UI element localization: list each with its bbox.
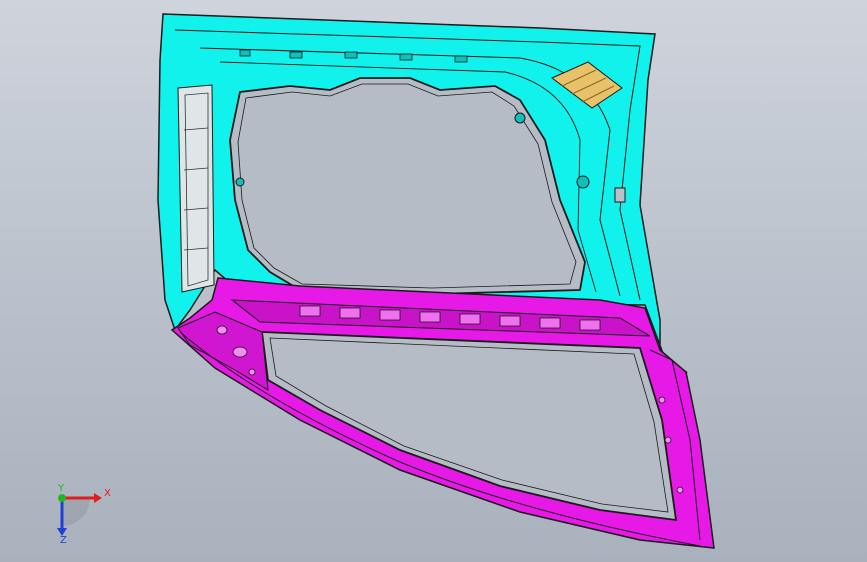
y-axis-label: Y [57, 483, 65, 494]
upper-panel-boss-2 [514, 112, 526, 124]
x-axis-label: X [104, 488, 111, 499]
upper-panel-boss-1 [576, 175, 590, 189]
right-flange-hole-3 [658, 396, 666, 404]
axis-triad[interactable]: X Z Y [44, 482, 114, 544]
y-axis-point [58, 494, 66, 502]
right-flange-hole-1 [664, 436, 672, 444]
upper-panel-clip [614, 187, 626, 203]
3d-viewport[interactable]: X Z Y [0, 0, 867, 562]
z-axis-label: Z [60, 535, 67, 544]
reinforcement-hole-2 [216, 325, 228, 335]
reinforcement-hole-1 [232, 346, 248, 358]
door-panel-model[interactable] [0, 0, 867, 562]
reinforcement-hole-3 [248, 368, 256, 376]
x-axis-arrow [94, 493, 102, 503]
right-flange-hole-2 [676, 486, 684, 494]
upper-panel-boss-3 [235, 177, 245, 187]
triad-shade-quarter [62, 498, 90, 526]
left-hinge-strip[interactable] [177, 84, 215, 293]
